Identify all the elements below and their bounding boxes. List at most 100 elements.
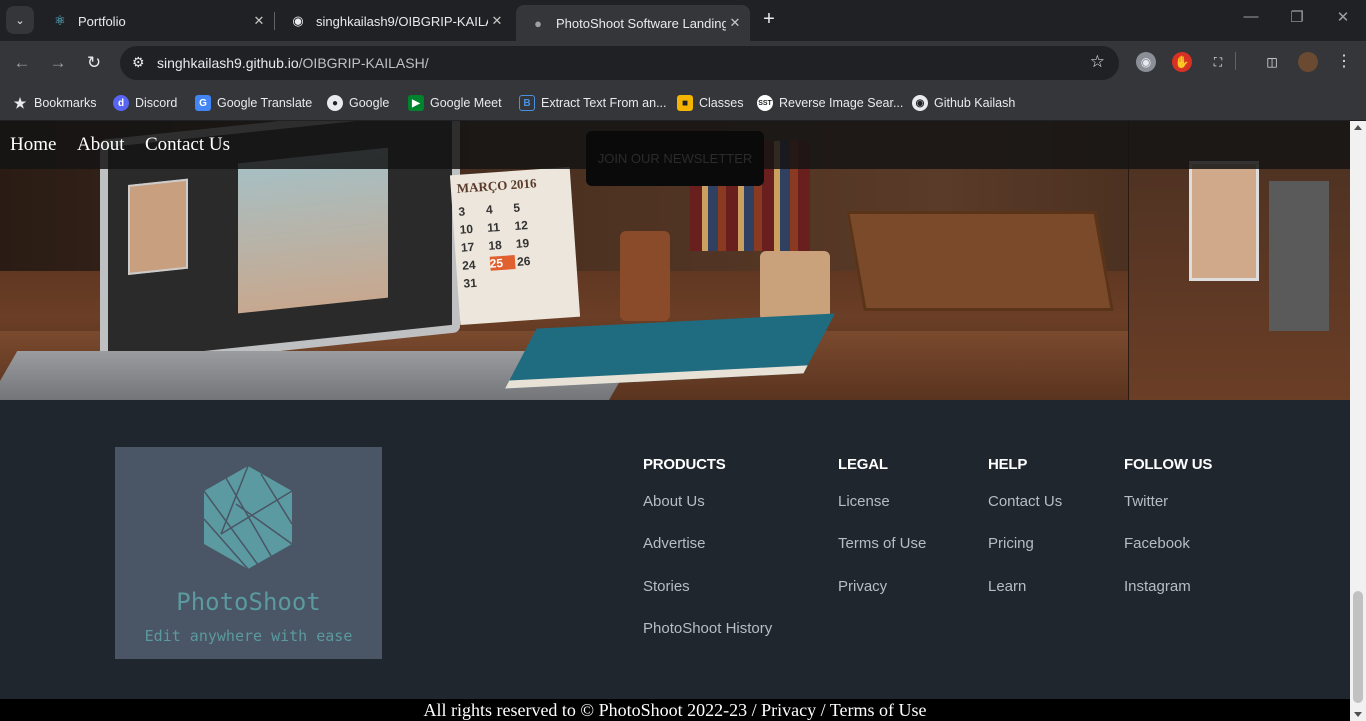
forward-icon[interactable]: →	[46, 51, 70, 75]
extract-icon: B	[519, 95, 535, 111]
bookmark-github-kailash[interactable]: ◉ Github Kailash	[912, 93, 1015, 113]
calendar-day-highlight: 25	[489, 255, 516, 271]
classes-icon: ■	[677, 95, 693, 111]
window-close-icon[interactable]: ✕	[1320, 8, 1366, 26]
footer-link-instagram[interactable]: Instagram	[1124, 576, 1212, 618]
footer-link-advertise[interactable]: Advertise	[643, 533, 772, 575]
close-icon[interactable]: ✕	[250, 13, 268, 29]
footer-link-contact-us[interactable]: Contact Us	[988, 491, 1062, 533]
footer-column-follow-us: FOLLOW US Twitter Facebook Instagram	[1124, 456, 1212, 618]
hero-calendar: MARÇO 2016 3 4 5 10 11 12 17 18 19 24 25…	[449, 166, 581, 326]
reload-icon[interactable]: ↻	[82, 51, 106, 75]
tab-github-repo[interactable]: ◉ singhkailash9/OIBGRIP-KAILASH ✕	[276, 6, 512, 36]
bookmark-discord[interactable]: d Discord	[113, 93, 177, 113]
back-icon[interactable]: ←	[10, 51, 34, 75]
footer-link-terms-of-use[interactable]: Terms of Use	[838, 533, 926, 575]
site-info-icon[interactable]: ⚙	[132, 54, 145, 71]
hero-child-photo	[238, 147, 388, 314]
github-icon: ◉	[292, 13, 304, 28]
tab-photoshoot[interactable]: ● PhotoShoot Software Landing P ✕	[516, 5, 750, 41]
footer-link-facebook[interactable]: Facebook	[1124, 533, 1212, 575]
meet-icon: ▶	[408, 95, 424, 111]
bookmark-classes[interactable]: ■ Classes	[677, 93, 743, 113]
footer-link-about-us[interactable]: About Us	[643, 491, 772, 533]
footer-heading: FOLLOW US	[1124, 456, 1213, 473]
bookmark-bookmarks[interactable]: ★ Bookmarks	[12, 93, 97, 113]
react-icon: ⚛	[54, 13, 66, 28]
bookmark-label: Discord	[135, 96, 178, 110]
brand-tagline: Edit anywhere with ease	[144, 627, 353, 645]
footer-link-privacy[interactable]: Privacy	[838, 576, 926, 618]
calendar-day	[542, 215, 568, 231]
copyright-bar: All rights reserved to © PhotoShoot 2022…	[0, 699, 1350, 721]
bookmark-star-icon[interactable]: ☆	[1090, 52, 1105, 72]
bookmark-google-translate[interactable]: G Google Translate	[195, 93, 312, 113]
nav-contact-us[interactable]: Contact Us	[145, 134, 230, 156]
tab-strip: ⌄ ⚛ Portfolio ✕ ◉ singhkailash9/OIBGRIP-…	[0, 0, 1366, 41]
sst-icon: SST	[757, 95, 773, 111]
scroll-down-arrow-icon[interactable]	[1354, 712, 1362, 717]
footer-link-photoshoot-history[interactable]: PhotoShoot History	[643, 618, 772, 660]
footer-link-learn[interactable]: Learn	[988, 576, 1062, 618]
calendar-title: MARÇO 2016	[456, 175, 537, 196]
nav-about[interactable]: About	[77, 134, 125, 156]
hero-thumbnail	[128, 178, 188, 275]
close-icon[interactable]: ✕	[726, 15, 744, 31]
hero-repeat-screen	[1269, 181, 1329, 331]
calendar-day: 12	[514, 218, 529, 233]
tab-title: Portfolio	[78, 13, 126, 29]
toolbar-divider	[1235, 52, 1236, 70]
tab-separator	[274, 12, 275, 30]
bookmark-label: Classes	[699, 96, 744, 110]
extension-hand-icon[interactable]: ✋	[1172, 52, 1192, 72]
brand-name: PhotoShoot	[176, 588, 321, 616]
profile-avatar[interactable]	[1298, 52, 1318, 72]
calendar-day	[544, 251, 570, 267]
bookmark-label: Bookmarks	[34, 96, 97, 110]
calendar-day: 10	[459, 221, 474, 237]
footer-link-stories[interactable]: Stories	[643, 576, 772, 618]
bookmark-extract-text[interactable]: B Extract Text From an...	[519, 93, 667, 113]
scrollbar-thumb[interactable]	[1353, 591, 1363, 703]
calendar-day	[540, 197, 566, 213]
url-host: singhkailash9.github.io	[157, 55, 299, 71]
url-text[interactable]: singhkailash9.github.io/OIBGRIP-KAILASH/	[157, 55, 429, 71]
footer-link-license[interactable]: License	[838, 491, 926, 533]
nav-home[interactable]: Home	[10, 134, 56, 156]
calendar-day: 31	[463, 275, 478, 291]
bookmark-reverse-image[interactable]: SST Reverse Image Sear...	[757, 93, 903, 113]
footer-link-pricing[interactable]: Pricing	[988, 533, 1062, 575]
url-path: /OIBGRIP-KAILASH/	[298, 55, 429, 71]
calendar-day: 17	[460, 239, 475, 255]
github-icon: ◉	[912, 95, 928, 111]
page-scrollbar[interactable]	[1350, 121, 1366, 721]
restore-icon[interactable]: ❐	[1274, 8, 1320, 26]
calendar-day: 5	[512, 200, 521, 216]
page-viewport: MARÇO 2016 3 4 5 10 11 12 17 18 19 24 25…	[0, 121, 1350, 721]
scroll-up-arrow-icon[interactable]	[1354, 125, 1362, 130]
google-icon: ●	[327, 95, 343, 111]
globe-icon: ●	[534, 15, 542, 31]
bookmark-label: Extract Text From an...	[541, 96, 667, 110]
extensions-puzzle-icon[interactable]: ⛶	[1208, 52, 1228, 72]
close-icon[interactable]: ✕	[488, 13, 506, 29]
side-panel-icon[interactable]: ◫	[1262, 52, 1282, 72]
hero-toy	[760, 251, 830, 321]
minimize-icon[interactable]: —	[1228, 8, 1274, 25]
menu-kebab-icon[interactable]: ⋮	[1334, 52, 1354, 72]
footer-column-legal: LEGAL License Terms of Use Privacy	[838, 456, 926, 618]
tab-portfolio[interactable]: ⚛ Portfolio ✕	[38, 6, 274, 36]
brand-logo: PhotoShoot Edit anywhere with ease	[115, 447, 382, 659]
bookmark-google-meet[interactable]: ▶ Google Meet	[408, 93, 502, 113]
translate-icon: G	[195, 95, 211, 111]
extension-eyes-icon[interactable]: ◉	[1136, 52, 1156, 72]
tab-search-chevron-icon[interactable]: ⌄	[6, 6, 34, 34]
footer-column-help: HELP Contact Us Pricing Learn	[988, 456, 1062, 618]
join-newsletter-button[interactable]: JOIN OUR NEWSLETTER	[586, 131, 764, 186]
bookmark-google[interactable]: ● Google	[327, 93, 389, 113]
footer-column-products: PRODUCTS About Us Advertise Stories Phot…	[643, 456, 772, 660]
address-bar[interactable]: ⚙ singhkailash9.github.io/OIBGRIP-KAILAS…	[120, 46, 1119, 80]
new-tab-button[interactable]: +	[757, 8, 781, 32]
calendar-day: 19	[515, 236, 530, 251]
footer-link-twitter[interactable]: Twitter	[1124, 491, 1212, 533]
